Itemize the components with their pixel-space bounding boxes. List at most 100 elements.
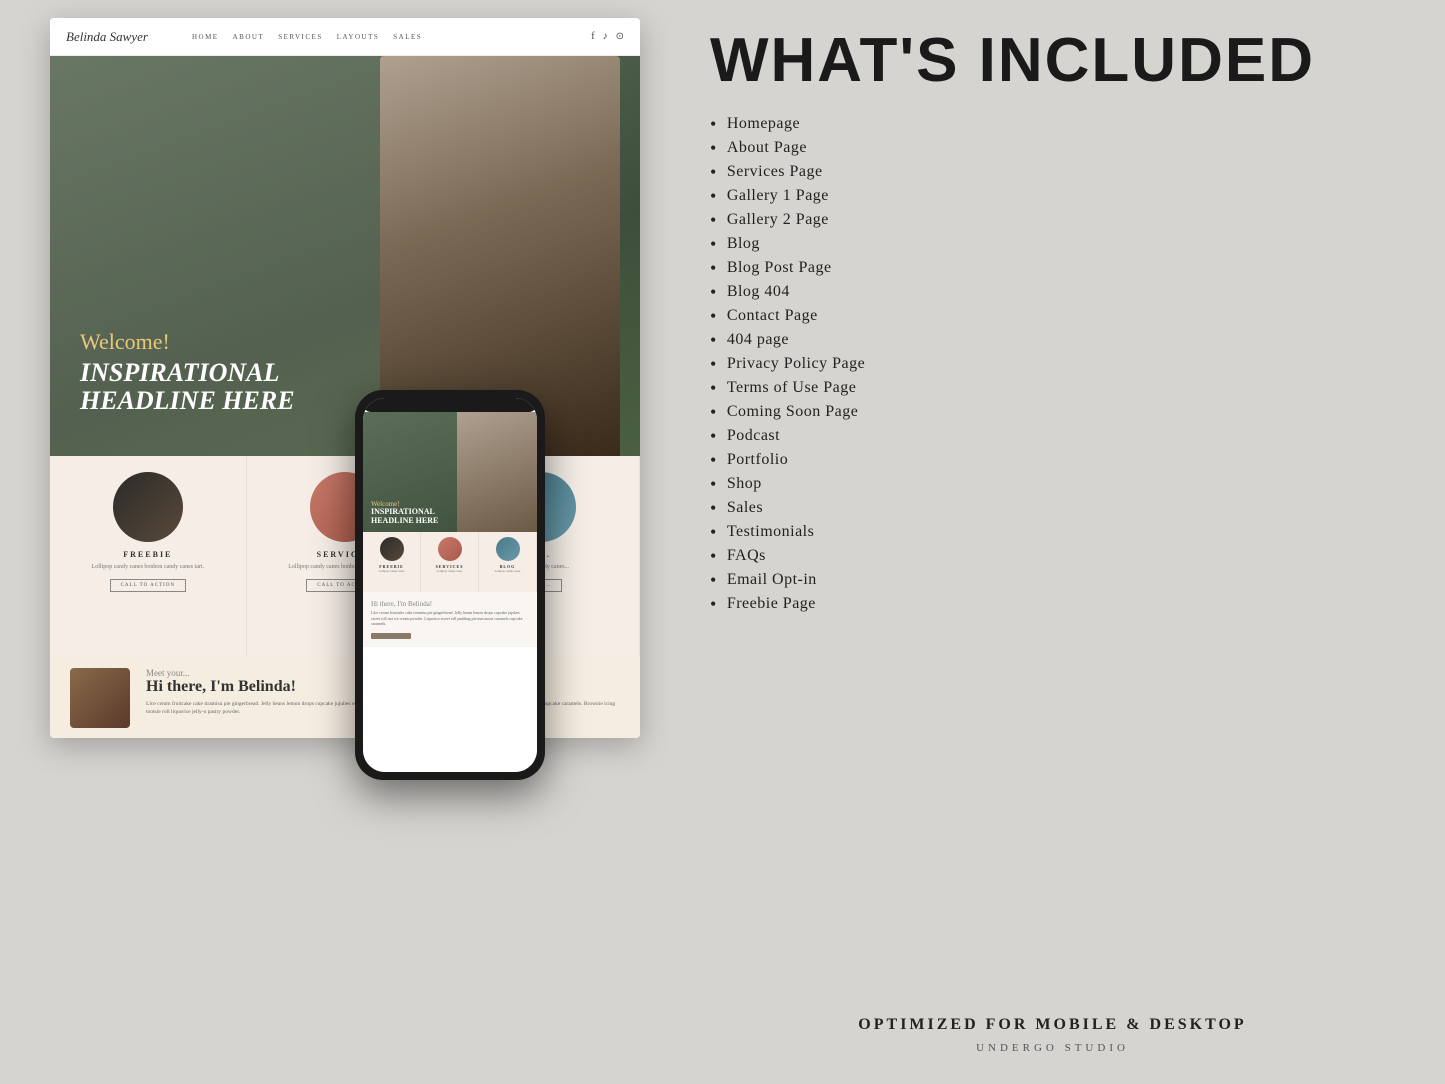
list-item-label: Blog (727, 235, 760, 253)
list-item-label: FAQs (727, 547, 766, 565)
bullet-icon: • (710, 499, 717, 517)
social-icons: f ♪ ⊙ (591, 31, 624, 42)
list-item: •About Page (710, 136, 1395, 160)
bullet-icon: • (710, 187, 717, 205)
instagram-icon: ⊙ (616, 31, 624, 42)
mockup-hero: Welcome! INSPIRATIONALHEADLINE HERE (50, 56, 640, 456)
list-item-label: Podcast (727, 427, 780, 445)
nav-layouts: LAYOUTS (337, 33, 380, 41)
bullet-icon: • (710, 547, 717, 565)
list-item-label: Coming Soon Page (727, 403, 859, 421)
list-item-label: Blog 404 (727, 283, 790, 301)
bullet-icon: • (710, 427, 717, 445)
mobile-content: Welcome! INSPIRATIONALHEADLINE HERE FREE… (363, 412, 537, 772)
desktop-mockup: Belinda Sawyer HOME ABOUT SERVICES LAYOU… (50, 18, 640, 738)
mobile-card-text-3: Lollipop candy canes (495, 569, 521, 573)
list-item-label: Gallery 1 Page (727, 187, 829, 205)
list-item-label: Homepage (727, 115, 800, 133)
bullet-icon: • (710, 307, 717, 325)
bullet-icon: • (710, 571, 717, 589)
list-item: • Email Opt-in (710, 568, 1395, 592)
mobile-person (457, 412, 537, 532)
mobile-card-1: FREEBIE Lollipop candy canes (363, 532, 421, 592)
notch-pill (425, 402, 475, 408)
list-item: • Gallery 1 Page (710, 184, 1395, 208)
list-item: • Contact Page (710, 304, 1395, 328)
list-item: •Freebie Page (710, 592, 1395, 616)
mobile-card-text-2: Lollipop candy canes (437, 569, 463, 573)
list-item: • Sales (710, 496, 1395, 520)
hero-headline-text: INSPIRATIONALHEADLINE HERE (80, 359, 295, 416)
mockup-navbar: Belinda Sawyer HOME ABOUT SERVICES LAYOU… (50, 18, 640, 56)
nav-home: HOME (192, 33, 219, 41)
list-item-label: Gallery 2 Page (727, 211, 829, 229)
optimized-label: OPTIMIZED FOR MOBILE & DESKTOP (710, 1016, 1395, 1034)
hero-overlay: Welcome! INSPIRATIONALHEADLINE HERE (80, 329, 295, 416)
bullet-icon: • (710, 259, 717, 277)
list-item-label: Testimonials (727, 523, 815, 541)
studio-label: UNDERGO STUDIO (710, 1042, 1395, 1054)
mobile-bio-cursive: Hi there, I'm Belinda! (371, 600, 529, 608)
list-item-label: Services Page (727, 163, 823, 181)
nav-services: SERVICES (278, 33, 323, 41)
mobile-bio-text: Llce cream fruitcake cake tiramisu pie g… (371, 610, 529, 627)
mockup-bio: Meet your... Hi there, I'm Belinda! Llce… (50, 656, 640, 738)
bullet-icon: • (710, 475, 717, 493)
card-btn-1[interactable]: CALL TO ACTION (110, 579, 186, 592)
bullet-icon: • (710, 283, 717, 301)
mobile-card-circle-3 (496, 537, 520, 561)
tiktok-icon: ♪ (603, 31, 608, 42)
card-text-1: Lollipop candy canes bonbon candy canes … (92, 563, 204, 571)
included-list: •Homepage•About Page•Services Page•Galle… (710, 112, 1395, 616)
list-item: •Gallery 2 Page (710, 208, 1395, 232)
mobile-cards: FREEBIE Lollipop candy canes SERVICES Lo… (363, 532, 537, 592)
bullet-icon: • (710, 523, 717, 541)
list-item: • Privacy Policy Page (710, 352, 1395, 376)
card-freebie: FREEBIE Lollipop candy canes bonbon cand… (50, 456, 247, 656)
list-item-label: About Page (727, 139, 807, 157)
list-item-label: Portfolio (727, 451, 788, 469)
mockup-nav-items: HOME ABOUT SERVICES LAYOUTS SALES (192, 33, 422, 41)
list-item-label: Terms of Use Page (727, 379, 857, 397)
list-item: • Podcast (710, 424, 1395, 448)
list-item-label: Blog Post Page (727, 259, 832, 277)
bullet-icon: • (710, 235, 717, 253)
list-item-label: Shop (727, 475, 762, 493)
mobile-card-2: SERVICES Lollipop candy canes (421, 532, 479, 592)
card-title-1: FREEBIE (123, 550, 172, 559)
bullet-icon: • (710, 163, 717, 181)
nav-about: ABOUT (233, 33, 265, 41)
footer-section: OPTIMIZED FOR MOBILE & DESKTOP UNDERGO S… (710, 1016, 1395, 1054)
mobile-screen: Welcome! INSPIRATIONALHEADLINE HERE FREE… (363, 398, 537, 772)
mobile-mockup: Welcome! INSPIRATIONALHEADLINE HERE FREE… (355, 390, 545, 780)
card-image-1 (113, 472, 183, 542)
content-area: WHAT'S INCLUDED •Homepage•About Page•Ser… (710, 30, 1395, 616)
list-item-label: Email Opt-in (727, 571, 817, 589)
mockup-logo: Belinda Sawyer (66, 29, 148, 45)
list-item: • FAQs (710, 544, 1395, 568)
list-item: • Terms of Use Page (710, 376, 1395, 400)
mobile-card-text-1: Lollipop candy canes (379, 569, 405, 573)
bullet-icon: • (710, 355, 717, 373)
left-panel: Belinda Sawyer HOME ABOUT SERVICES LAYOU… (0, 0, 660, 1084)
bullet-icon: • (710, 403, 717, 421)
right-panel: WHAT'S INCLUDED •Homepage•About Page•Ser… (660, 0, 1445, 1084)
mobile-headline: INSPIRATIONALHEADLINE HERE (371, 508, 438, 526)
list-item-label: Sales (727, 499, 763, 517)
bio-image (70, 668, 130, 728)
nav-sales: SALES (393, 33, 422, 41)
list-item-label: Privacy Policy Page (727, 355, 865, 373)
bullet-icon: • (710, 379, 717, 397)
list-item: •Homepage (710, 112, 1395, 136)
list-item: • Portfolio (710, 448, 1395, 472)
mobile-hero: Welcome! INSPIRATIONALHEADLINE HERE (363, 412, 537, 532)
list-item-label: 404 page (727, 331, 789, 349)
list-item: • Coming Soon Page (710, 400, 1395, 424)
bullet-icon: • (710, 331, 717, 349)
list-item: • Blog Post Page (710, 256, 1395, 280)
list-item: • Testimonials (710, 520, 1395, 544)
bullet-icon: • (710, 451, 717, 469)
list-item-label: Freebie Page (727, 595, 816, 613)
mobile-card-circle-1 (380, 537, 404, 561)
list-item-label: Contact Page (727, 307, 818, 325)
